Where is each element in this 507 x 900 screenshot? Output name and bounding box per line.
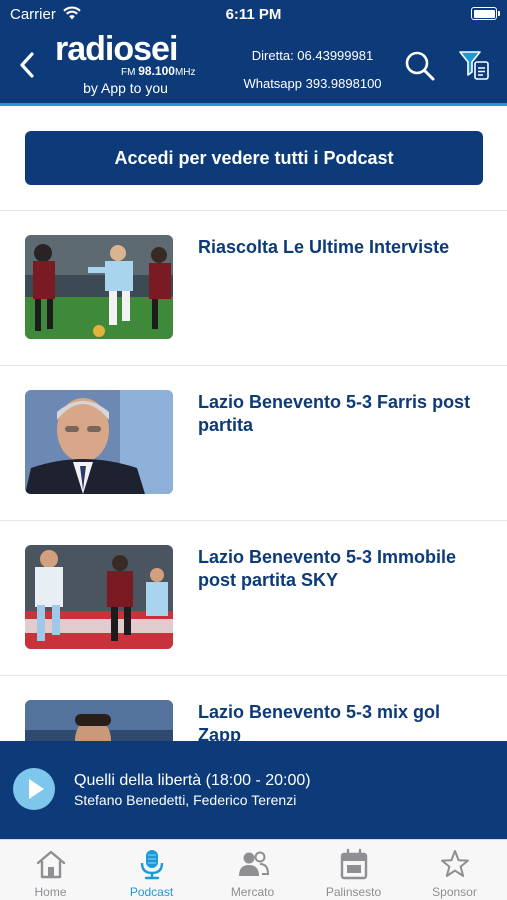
tab-podcast[interactable]: Podcast	[101, 840, 202, 900]
tab-home[interactable]: Home	[0, 840, 101, 900]
logo-byline: by App to you	[83, 80, 168, 96]
play-button[interactable]	[13, 768, 55, 810]
now-playing-bar[interactable]: Quelli della libertà (18:00 - 20:00) Ste…	[0, 741, 507, 839]
filter-icon	[459, 51, 489, 80]
tab-label: Home	[34, 885, 67, 899]
search-button[interactable]	[404, 50, 436, 82]
contact-info: Diretta: 06.43999981 Whatsapp 393.989810…	[225, 42, 400, 98]
tab-label: Palinsesto	[325, 885, 382, 899]
podcast-item[interactable]: Riascolta Le Ultime Interviste	[0, 210, 507, 365]
whatsapp-number[interactable]: Whatsapp 393.9898100	[225, 70, 400, 98]
podcast-title: Lazio Benevento 5-3 Farris post partita	[198, 392, 471, 435]
phone-number[interactable]: Diretta: 06.43999981	[225, 42, 400, 70]
logo-frequency: FM 98.100MHz	[121, 64, 196, 78]
home-icon	[36, 850, 66, 879]
tab-sponsor[interactable]: Sponsor	[404, 840, 505, 900]
podcast-thumbnail	[25, 235, 173, 339]
now-playing-hosts: Stefano Benedetti, Federico Terenzi	[74, 792, 297, 808]
podcast-thumbnail	[25, 545, 173, 649]
login-to-see-podcasts-button[interactable]: Accedi per vedere tutti i Podcast	[25, 131, 483, 185]
calendar-icon	[340, 848, 368, 880]
podcast-thumbnail	[25, 390, 173, 494]
podcast-title: Lazio Benevento 5-3 Immobile post partit…	[198, 547, 457, 590]
tab-bar: Home Podcast Mercato Palinsesto Sponsor	[0, 839, 507, 900]
now-playing-show: Quelli della libertà (18:00 - 20:00)	[74, 772, 311, 789]
podcast-item[interactable]: Lazio Benevento 5-3 Farris post partita	[0, 365, 507, 520]
podcast-title: Riascolta Le Ultime Interviste	[198, 237, 450, 257]
tab-palinsesto[interactable]: Palinsesto	[303, 840, 404, 900]
tab-label: Sponsor	[432, 885, 477, 899]
tab-label: Mercato	[230, 885, 275, 899]
filter-button[interactable]	[458, 48, 490, 82]
status-bar: Carrier 6:11 PM	[0, 0, 507, 28]
chevron-left-icon	[20, 52, 34, 78]
clock: 6:11 PM	[225, 6, 282, 23]
search-icon	[405, 51, 435, 81]
header-accent-line	[0, 103, 507, 106]
tab-label: Podcast	[129, 885, 174, 899]
people-icon	[239, 851, 270, 876]
tab-mercato[interactable]: Mercato	[202, 840, 303, 900]
battery-icon	[471, 7, 500, 20]
app-header: radiosei FM 98.100MHz by App to you Dire…	[0, 28, 507, 103]
radio-logo: radiosei FM 98.100MHz	[55, 30, 200, 80]
back-button[interactable]	[16, 50, 40, 80]
microphone-icon	[140, 850, 164, 880]
podcast-item[interactable]: Lazio Benevento 5-3 Immobile post partit…	[0, 520, 507, 675]
star-icon	[441, 850, 469, 877]
